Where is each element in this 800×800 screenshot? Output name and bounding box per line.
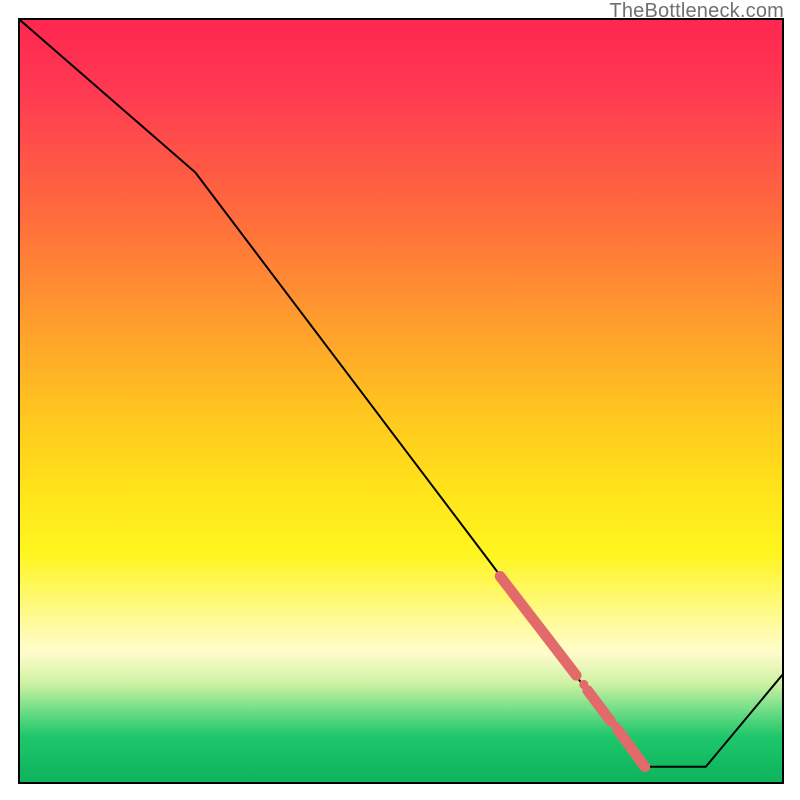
dot-1 <box>579 680 588 689</box>
highlight-segments <box>500 576 645 767</box>
dot-3 <box>638 758 647 767</box>
chart-overlay <box>20 20 782 782</box>
thick-band-mid <box>588 691 611 721</box>
dot-2 <box>611 722 620 731</box>
bottleneck-curve <box>20 20 782 767</box>
thick-band-upper <box>500 576 576 675</box>
chart-root: TheBottleneck.com <box>0 0 800 800</box>
